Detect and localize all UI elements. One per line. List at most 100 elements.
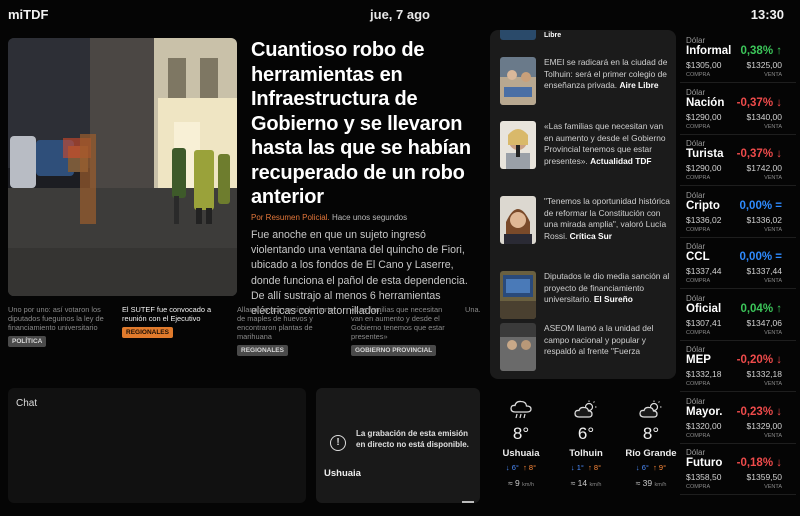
weather-panel: 8° Ushuaia ↓ 6° ↑ 8° ≈ 9 km/h 6° Tolhuin ↓ 1° … [490,388,677,503]
wind-icon: ≈ [570,478,576,488]
news-source: Crítica Sur [569,230,612,241]
currency-change-value: -0,20% [736,354,774,366]
date-label: jue, 7 ago [370,7,430,22]
weather-city[interactable]: 8° Ushuaia ↓ 6° ↑ 8° ≈ 9 km/h [490,388,552,503]
live-city: Ushuaia [324,468,361,479]
weather-high: 9° [658,463,667,472]
weather-low: 1° [576,463,584,472]
sell-label: VENTA [764,226,782,233]
divider [680,288,796,289]
currency-row-oficial[interactable]: Dólar Oficial 0,04% ↑ $1307,41 $1347,06 COMPR… [680,294,796,346]
currency-kind: Dólar [686,293,706,303]
currency-name: Mayor. [686,405,723,418]
currency-sell: $1329,00 [746,420,782,431]
currency-kind: Dólar [686,36,706,45]
currency-sell: $1336,02 [746,214,782,225]
buy-label: COMPRA [686,123,711,130]
currency-change: -0,18% ↓ [737,457,782,469]
trend-down-icon: ↓ [776,354,782,366]
currency-change-value: 0,04% [740,302,774,315]
weather-range: ↓ 6° ↑ 8° [490,463,552,472]
news-list: Libre EMEI se radicará en la ciudad de T… [490,30,676,379]
currency-kind: Dólar [686,396,706,406]
currency-change-value: -0,23% [736,405,774,418]
trend-flat-icon: = [775,251,782,263]
wind-unit: km/h [589,482,602,488]
weather-city[interactable]: 6° Tolhuin ↓ 1° ↑ 8° ≈ 14 km/h [555,388,617,503]
currency-kind: Dólar [686,345,706,354]
video-control-icon[interactable] [462,501,474,503]
strip-item[interactable]: Allanaron por un simple hurto de maples … [237,305,341,356]
currency-row-futuro[interactable]: Dólar Futuro -0,18% ↓ $1358,50 $1359,50 COMPR… [680,448,796,500]
currency-row-cripto[interactable]: Dólar Cripto 0,00% = $1336,02 $1336,02 COMPRA… [680,191,796,243]
weather-temp: 8° [512,424,530,443]
strip-item[interactable]: Una... [465,305,480,314]
weather-low: 6° [641,463,649,472]
strip-item-tag: Política [8,336,47,347]
chat-panel[interactable]: Chat [8,388,306,503]
currency-sell: $1325,00 [746,60,782,70]
live-unavailable-message: La grabación de esta emisión en directo … [356,429,469,449]
strip-item[interactable]: «Las familias que necesitan van en aumen… [351,305,455,356]
divider [680,339,796,341]
strip-item-tag: Regionales [122,327,173,338]
currency-row-turista[interactable]: Dólar Turista -0,37% ↓ $1290,00 $1742,00 COMP… [680,139,796,191]
currency-row-ccl[interactable]: Dólar CCL 0,00% = $1337,44 $1337,44 COMPRA VEN… [680,242,796,294]
currency-kind: Dólar [686,139,706,148]
news-thumb [500,121,536,169]
sell-label: VENTA [764,329,782,336]
hero-headline[interactable]: Cuantioso robo de herramientas en Infrae… [251,38,483,210]
divider [680,391,796,392]
news-text: EMEI se radicará en la ciudad de Tolhuin… [544,57,670,92]
currency-name: Turista [686,148,724,160]
news-thumb [500,196,536,244]
buy-label: COMPRA [686,226,711,233]
currency-row-mep[interactable]: Dólar MEP -0,20% ↓ $1332,18 $1332,18 COMPRA VE… [680,345,796,397]
wind-unit: km/h [522,482,535,488]
weather-wind-value: 39 [642,478,653,488]
news-item[interactable]: «Las familias que necesitan van en aumen… [500,121,670,187]
news-text: «Las familias que necesitan van en aumen… [544,121,670,167]
currency-buy: $1332,18 [686,369,722,379]
news-thumb [500,30,536,40]
currency-change: 0,04% ↑ [740,303,782,315]
hero-source[interactable]: Por Resumen Policial. [251,213,330,222]
weather-wind-value: 14 [577,478,588,488]
partly-cloudy-icon [574,400,598,420]
weather-high: 8° [528,463,537,472]
currency-sell: $1347,06 [746,317,782,328]
trend-flat-icon: = [775,199,782,212]
sell-label: VENTA [764,123,782,130]
buy-label: COMPRA [686,432,711,439]
news-item[interactable]: EMEI se radicará en la ciudad de Tolhuin… [500,57,670,123]
currency-kind: Dólar [686,448,706,457]
currency-name: MEP [686,354,711,366]
currency-change: 0,00% = [739,251,782,263]
currency-change: 0,00% = [739,200,782,212]
weather-temp: 6° [577,424,595,443]
trend-up-icon: ↑ [776,302,782,315]
news-item[interactable]: ASEOM llamó a la unidad del campo nacion… [500,323,670,379]
news-source: Actualidad TDF [590,155,652,166]
currency-row-nación[interactable]: Dólar Nación -0,37% ↓ $1290,00 $1340,00 COMPR… [680,88,796,140]
sell-label: VENTA [764,381,782,387]
strip-item[interactable]: El SUTEF fue convocado a reunión con el … [122,305,226,338]
buy-label: COMPRA [686,72,711,78]
news-source: El Sureño [593,294,633,305]
currency-kind: Dólar [686,87,706,97]
news-text: "Tenemos la oportunidad histórica de ref… [544,196,670,242]
currency-row-mayor[interactable]: Dólar Mayor. -0,23% ↓ $1320,00 $1329,00 COMPR… [680,397,796,449]
clock: 13:30 [750,7,784,22]
strip-item-tag: Regionales [237,345,288,356]
news-item[interactable]: "Tenemos la oportunidad histórica de ref… [500,196,670,262]
currency-row-informal[interactable]: Dólar Informal 0,38% ↑ $1305,00 $1325,00 COMP… [680,36,796,88]
story-strip: Uno por uno: así votaron los diputados f… [0,305,480,357]
weather-city[interactable]: 8° Río Grande ↓ 6° ↑ 9° ≈ 39 km/h [620,388,682,503]
news-thumb [500,57,536,105]
live-video-panel[interactable]: ! La grabación de esta emisión en direct… [316,388,480,503]
strip-item[interactable]: Uno por uno: así votaron los diputados f… [8,305,112,347]
hero-photo[interactable] [8,38,237,296]
trend-down-icon: ↓ [776,148,782,160]
hero-photo-illustration [8,38,237,296]
currency-buy: $1320,00 [686,420,722,431]
